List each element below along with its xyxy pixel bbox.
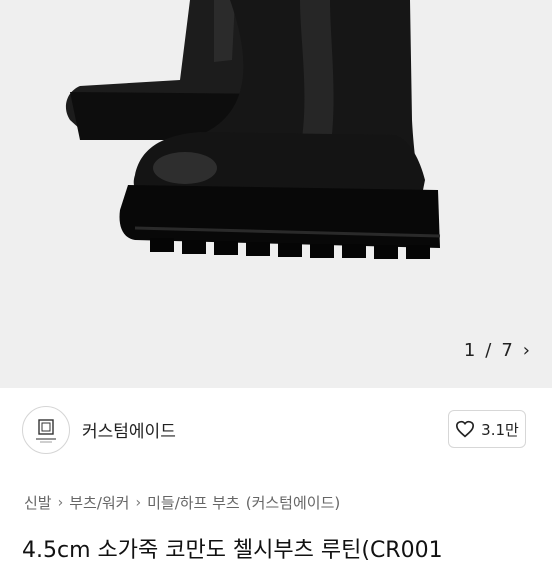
pager-total: 7	[501, 339, 513, 361]
product-image-area[interactable]: 1 / 7 ›	[0, 0, 552, 388]
pager-separator: /	[485, 339, 492, 361]
like-button[interactable]: 3.1만	[448, 410, 526, 448]
breadcrumb-item[interactable]: (커스텀에이드)	[246, 492, 341, 513]
chevron-right-icon[interactable]: ›	[523, 340, 530, 361]
store-name[interactable]: 커스텀에이드	[82, 417, 176, 442]
pager-current: 1	[463, 339, 476, 361]
breadcrumb: 신발 › 부츠/워커 › 미들/하프 부츠 (커스텀에이드)	[24, 492, 340, 513]
store-avatar[interactable]	[22, 406, 70, 454]
chevron-right-icon: ›	[135, 494, 142, 511]
breadcrumb-item[interactable]: 부츠/워커	[69, 492, 129, 513]
store-logo-icon	[36, 419, 56, 443]
breadcrumb-item[interactable]: 신발	[24, 492, 52, 513]
product-title: 4.5cm 소가죽 코만도 첼시부츠 루틴(CR001	[22, 538, 443, 563]
heart-icon	[456, 420, 475, 438]
like-count: 3.1만	[481, 420, 519, 439]
product-image	[65, 0, 441, 259]
image-pager[interactable]: 1 / 7 ›	[464, 336, 530, 364]
chevron-right-icon: ›	[57, 494, 64, 511]
breadcrumb-item[interactable]: 미들/하프 부츠	[147, 492, 240, 513]
